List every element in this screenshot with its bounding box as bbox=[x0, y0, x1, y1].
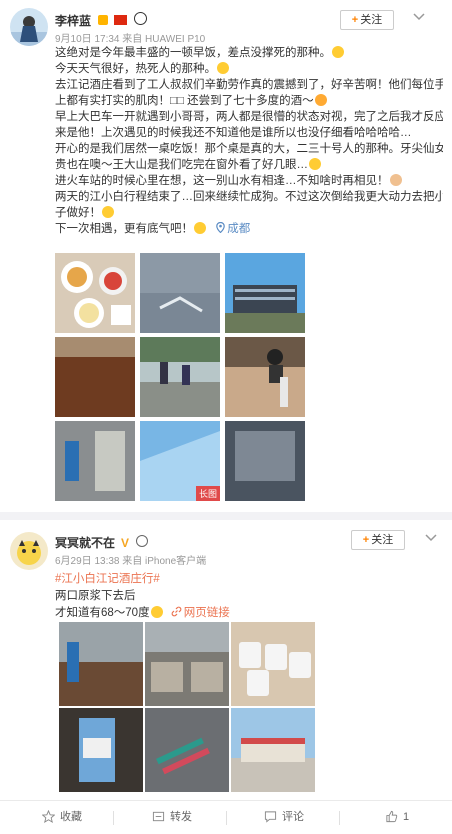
action-divider bbox=[113, 811, 114, 825]
text-line: 子做好！ bbox=[55, 205, 443, 221]
location-pin-icon bbox=[216, 221, 226, 234]
photo-street-crowd[interactable] bbox=[140, 337, 220, 417]
photo-pens[interactable] bbox=[145, 708, 229, 792]
post-text: #江小白江记酒庄行# 两口原浆下去后 才知道有68～70度 网页链接 bbox=[55, 571, 443, 622]
location-link[interactable]: 成都 bbox=[210, 221, 250, 235]
plus-icon: + bbox=[351, 14, 359, 26]
chevron-down-icon[interactable] bbox=[412, 10, 426, 24]
photo-wall-sign[interactable] bbox=[140, 253, 220, 333]
like-button[interactable]: 1 bbox=[385, 801, 409, 834]
web-link[interactable]: 网页链接 bbox=[171, 606, 230, 619]
text-line: 上都有实打实的肌肉！□□ 还尝到了七十多度的酒～ bbox=[55, 93, 443, 109]
post-text: 这绝对是今年最丰盛的一顿早饭，差点没撑死的那种。 今天天气很好，热死人的那种。 … bbox=[55, 45, 443, 237]
sweat-emoji-icon bbox=[217, 62, 229, 74]
text-line: 早上大巴车一开就遇到小哥哥，两人都是很懵的状态对视，完了之后我才反应过 bbox=[55, 111, 443, 123]
text-line: 两口原浆下去后 bbox=[55, 590, 136, 602]
photo-cups[interactable] bbox=[231, 622, 315, 706]
photo-tanks[interactable] bbox=[145, 622, 229, 706]
photo-sky-glass[interactable]: 长图 bbox=[140, 421, 220, 501]
text-line: 进火车站的时候心里在想，这一别山水有相逢…不知啥时再相见！ bbox=[55, 173, 443, 189]
post-1: 李梓蓝 9月10日 17:34 来自 HUAWEI P10 + 关注 这绝对是今年… bbox=[0, 0, 452, 512]
photo-workshop[interactable] bbox=[59, 622, 143, 706]
text-line: 两天的江小白行程结束了…回来继续忙成狗。不过这次倒给我更大动力去把小圆 bbox=[55, 191, 443, 203]
cry-emoji-icon bbox=[309, 158, 321, 170]
plus-icon: + bbox=[362, 534, 370, 546]
comment-button[interactable]: 评论 bbox=[264, 801, 304, 834]
avatar[interactable] bbox=[10, 532, 48, 570]
text-line: 才知道有68～70度 网页链接 bbox=[55, 606, 230, 619]
action-bar: 收藏 转发 评论 1 bbox=[0, 800, 452, 834]
favorite-button[interactable]: 收藏 bbox=[41, 801, 82, 834]
text-line: 贵也在噢～王大山是我们吃完在窗外看了好几眼… bbox=[55, 157, 443, 173]
photo-dinner[interactable] bbox=[225, 337, 305, 417]
text-line: 这绝对是今年最丰盛的一顿早饭，差点没撑死的那种。 bbox=[55, 45, 443, 61]
username[interactable]: 冥冥就不在 bbox=[55, 534, 115, 551]
photo-bottle-hand[interactable] bbox=[59, 708, 143, 792]
strong-emoji-icon bbox=[389, 174, 402, 186]
repost-button[interactable]: 转发 bbox=[152, 801, 192, 834]
action-divider bbox=[339, 811, 340, 825]
action-divider bbox=[226, 811, 227, 825]
post-separator bbox=[0, 512, 452, 520]
image-grid: 长图 bbox=[55, 253, 305, 501]
topic-link[interactable]: #江小白江记酒庄行# bbox=[55, 571, 443, 588]
grin-emoji-icon bbox=[314, 94, 327, 106]
long-image-badge: 长图 bbox=[195, 486, 220, 501]
sweat-emoji-icon bbox=[150, 606, 163, 618]
chevron-down-icon[interactable] bbox=[424, 531, 438, 545]
verified-v-icon: V bbox=[121, 536, 130, 550]
star-icon bbox=[41, 809, 56, 823]
post-2: 冥冥就不在 V 6月29日 13:38 来自 iPhone客户端 + 关注 #江小… bbox=[0, 520, 452, 800]
follow-label: 关注 bbox=[360, 14, 383, 26]
text-line: 今天天气很好，热死人的那种。 bbox=[55, 61, 443, 77]
follow-button[interactable]: + 关注 bbox=[351, 530, 405, 550]
photo-office[interactable] bbox=[225, 421, 305, 501]
member-icon bbox=[136, 535, 149, 547]
repost-icon bbox=[152, 811, 165, 822]
wink-emoji-icon bbox=[102, 206, 114, 218]
text-line: 来是他！上次遇见的时候我还不知道他是谁所以也没仔细看哈哈哈哈… bbox=[55, 127, 412, 139]
photo-grain[interactable] bbox=[55, 337, 135, 417]
crown-icon bbox=[98, 15, 108, 25]
photo-storefront[interactable] bbox=[231, 708, 315, 792]
panda-icon bbox=[133, 12, 147, 25]
text-line: 开心的是我们居然一桌吃饭！那个桌是真的大，二三十号人的那种。牙尖仙女贵 bbox=[55, 143, 443, 155]
flag-icon bbox=[114, 15, 128, 25]
photo-workers[interactable] bbox=[55, 421, 135, 501]
photo-building-sky[interactable] bbox=[225, 253, 305, 333]
smile-emoji-icon bbox=[194, 222, 206, 234]
image-grid bbox=[59, 622, 315, 792]
follow-label: 关注 bbox=[371, 534, 394, 546]
follow-button[interactable]: + 关注 bbox=[340, 10, 394, 30]
user-badges: V bbox=[121, 534, 149, 550]
username[interactable]: 李梓蓝 bbox=[55, 12, 91, 29]
text-line: 下一次相遇，更有底气吧！ 成都 bbox=[55, 221, 251, 235]
link-icon bbox=[171, 606, 182, 617]
laugh-emoji-icon bbox=[332, 46, 344, 58]
photo-breakfast[interactable] bbox=[55, 253, 135, 333]
post-meta: 9月10日 17:34 来自 HUAWEI P10 bbox=[55, 34, 206, 45]
post-meta: 6月29日 13:38 来自 iPhone客户端 bbox=[55, 556, 207, 567]
avatar[interactable] bbox=[10, 8, 48, 46]
text-line: 去江记酒庄看到了工人叔叔们辛勤劳作真的震撼到了，好辛苦啊！他们每位手臂 bbox=[55, 79, 443, 91]
comment-icon bbox=[264, 811, 277, 823]
user-badges bbox=[98, 12, 147, 25]
thumbs-up-icon bbox=[386, 810, 398, 823]
